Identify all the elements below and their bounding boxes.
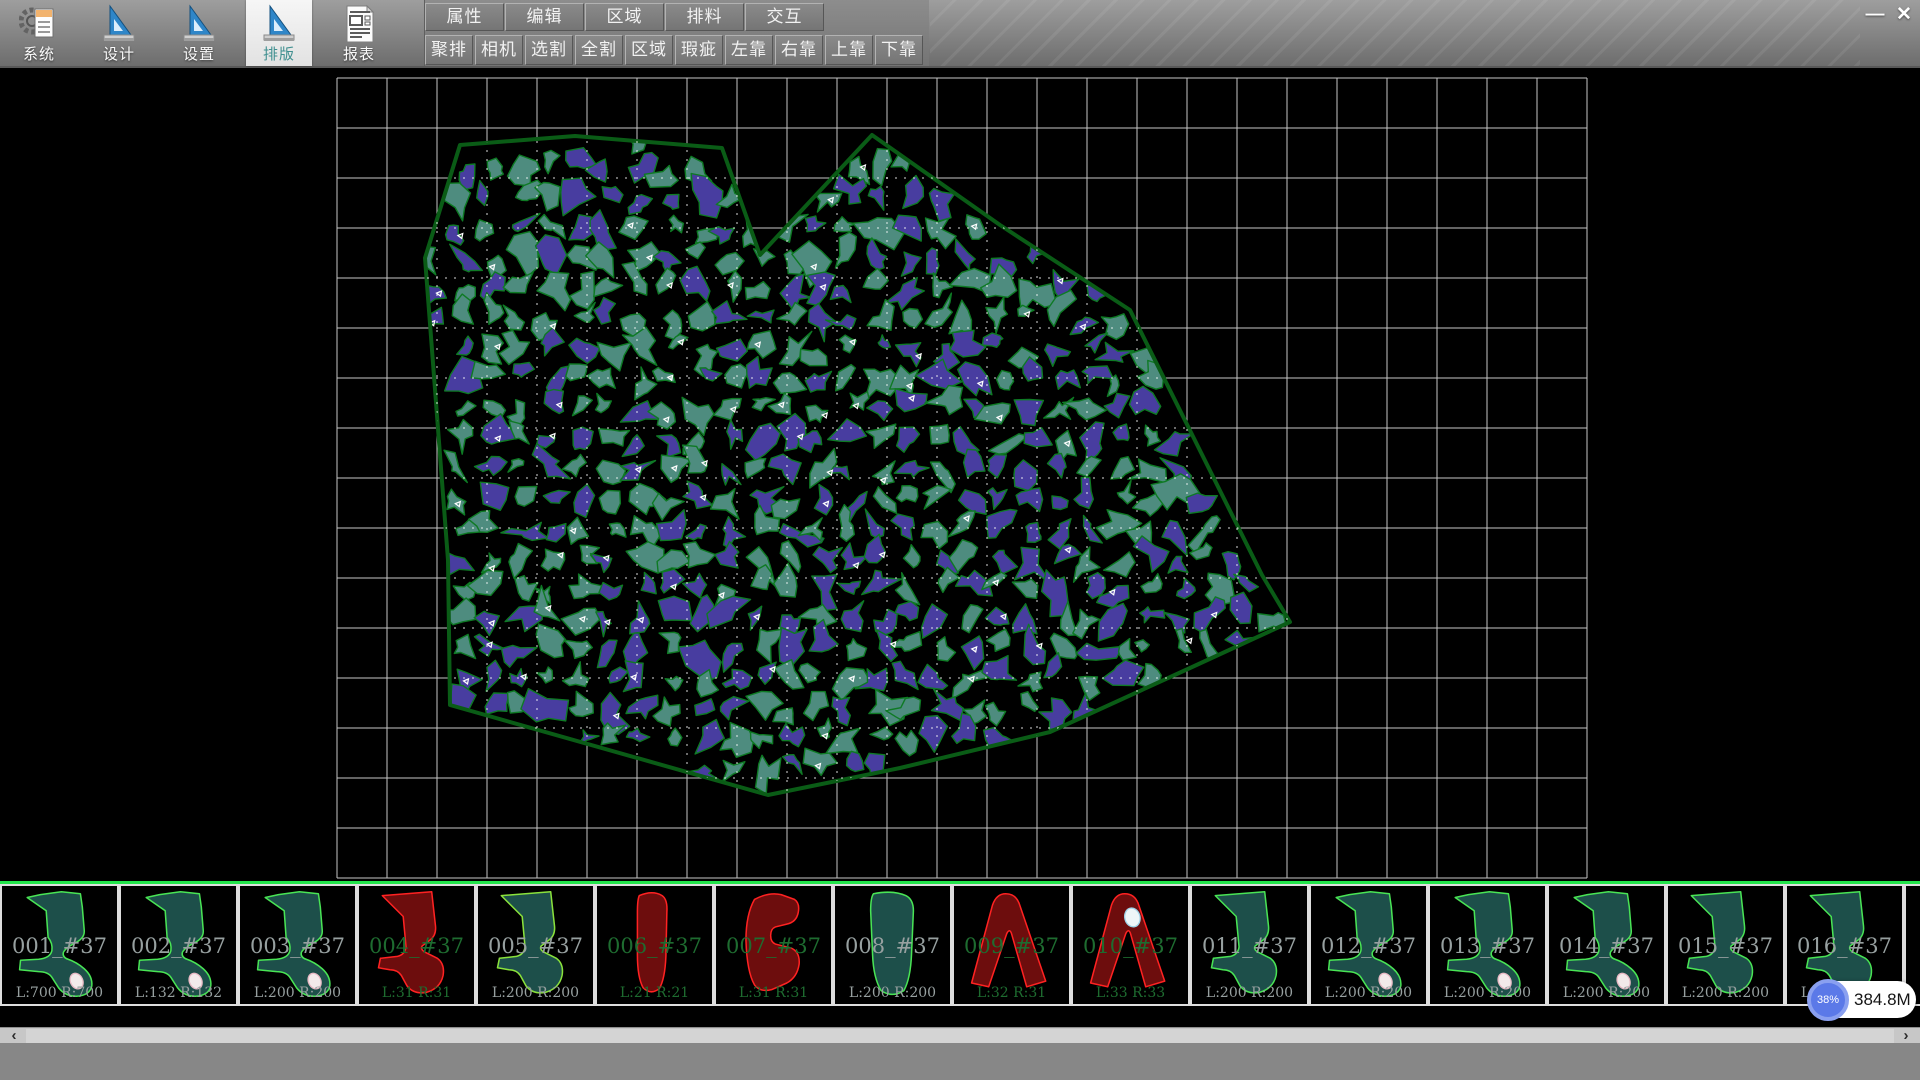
application-window: 系统 设计 设置 <box>0 0 1920 1080</box>
nav-label-system: 系统 <box>6 43 72 64</box>
scroll-left-arrow-icon[interactable]: ‹ <box>2 1028 26 1044</box>
part-thumbnail-2[interactable]: 002_#37L:132 R:132 <box>119 884 238 1006</box>
progress-circle: 38% <box>1807 979 1849 1021</box>
toolbar-hatch-decoration <box>930 0 1860 66</box>
tool-button-8[interactable]: 右靠 <box>775 35 823 65</box>
part-thumbnail-5[interactable]: 005_#37L:200 R:200 <box>476 884 595 1006</box>
close-button[interactable]: ✕ <box>1891 3 1917 28</box>
tool-button-6[interactable]: 瑕疵 <box>675 35 723 65</box>
part-thumbnail-10[interactable]: 010_#37L:33 R:33 <box>1071 884 1190 1006</box>
nav-button-nesting[interactable]: 排版 <box>246 0 312 66</box>
part-thumbnail-9[interactable]: 009_#37L:32 R:31 <box>952 884 1071 1006</box>
menu-button-1[interactable]: 属性 <box>425 3 504 31</box>
nav-label-nesting: 排版 <box>246 43 312 64</box>
nav-button-report[interactable]: 报表 <box>326 0 392 66</box>
part-shape <box>957 888 1066 1002</box>
memory-usage-badge: 38% 384.8M <box>1810 981 1916 1018</box>
part-thumbnail-15[interactable]: 015_#37L:200 R:200 <box>1666 884 1785 1006</box>
part-shape <box>1433 888 1542 1002</box>
menu-panel: 属性编辑区域排料交互聚排相机选割全割区域瑕疵左靠右靠上靠下靠 <box>424 0 929 66</box>
part-shape <box>1552 888 1661 1002</box>
part-shape <box>838 888 947 1002</box>
status-bar <box>0 1043 1920 1080</box>
menu-button-5[interactable]: 交互 <box>745 3 824 31</box>
tool-button-1[interactable]: 聚排 <box>425 35 473 65</box>
nav-label-design: 设计 <box>86 43 152 64</box>
tool-button-10[interactable]: 下靠 <box>875 35 923 65</box>
report-icon <box>339 2 379 46</box>
menu-button-3[interactable]: 区域 <box>585 3 664 31</box>
scrollbar-thumb[interactable] <box>26 1029 1894 1043</box>
part-shape <box>243 888 352 1002</box>
part-shape <box>481 888 590 1002</box>
part-shape <box>124 888 233 1002</box>
menu-button-2[interactable]: 编辑 <box>505 3 584 31</box>
tool-button-7[interactable]: 左靠 <box>725 35 773 65</box>
nav-label-report: 报表 <box>326 43 392 64</box>
part-thumbnail-1[interactable]: 001_#37L:700 R:700 <box>0 884 119 1006</box>
part-thumbnail-8[interactable]: 008_#37L:200 R:200 <box>833 884 952 1006</box>
part-shape <box>719 888 828 1002</box>
part-shape <box>362 888 471 1002</box>
tool-button-3[interactable]: 选割 <box>525 35 573 65</box>
part-shape <box>1314 888 1423 1002</box>
set-square-icon <box>179 2 219 46</box>
tool-button-5[interactable]: 区域 <box>625 35 673 65</box>
menu-button-4[interactable]: 排料 <box>665 3 744 31</box>
nav-button-settings[interactable]: 设置 <box>166 0 232 66</box>
scroll-right-arrow-icon[interactable]: › <box>1894 1028 1918 1044</box>
tool-button-9[interactable]: 上靠 <box>825 35 873 65</box>
horizontal-scrollbar[interactable]: ‹ › <box>0 1027 1920 1043</box>
gear-doc-icon <box>19 2 59 46</box>
part-thumbnail-14[interactable]: 014_#37L:200 R:200 <box>1547 884 1666 1006</box>
part-thumbnail-4[interactable]: 004_#37L:31 R:31 <box>357 884 476 1006</box>
memory-value: 384.8M <box>1854 981 1911 1018</box>
part-thumbnail-13[interactable]: 013_#37L:200 R:200 <box>1428 884 1547 1006</box>
tool-button-2[interactable]: 相机 <box>475 35 523 65</box>
part-shape <box>1671 888 1780 1002</box>
part-thumbnail-12[interactable]: 012_#37L:200 R:200 <box>1309 884 1428 1006</box>
nesting-canvas[interactable] <box>0 68 1920 881</box>
part-thumbnail-3[interactable]: 003_#37L:200 R:200 <box>238 884 357 1006</box>
toolbar: 系统 设计 设置 <box>0 0 1920 68</box>
set-square-icon <box>99 2 139 46</box>
set-square-icon <box>259 2 299 46</box>
nav-label-settings: 设置 <box>166 43 232 64</box>
nav-button-design[interactable]: 设计 <box>86 0 152 66</box>
part-shape <box>5 888 114 1002</box>
part-thumbnail-strip: 001_#37L:700 R:700002_#37L:132 R:132003_… <box>0 881 1920 1008</box>
tool-button-4[interactable]: 全割 <box>575 35 623 65</box>
part-thumbnail-11[interactable]: 011_#37L:200 R:200 <box>1190 884 1309 1006</box>
part-shape <box>600 888 709 1002</box>
part-thumbnail-6[interactable]: 006_#37L:21 R:21 <box>595 884 714 1006</box>
nav-button-system[interactable]: 系统 <box>6 0 72 66</box>
part-thumbnail-7[interactable]: 007_#37L:31 R:31 <box>714 884 833 1006</box>
part-shape <box>1076 888 1185 1002</box>
minimize-button[interactable]: — <box>1863 3 1887 28</box>
part-shape <box>1195 888 1304 1002</box>
